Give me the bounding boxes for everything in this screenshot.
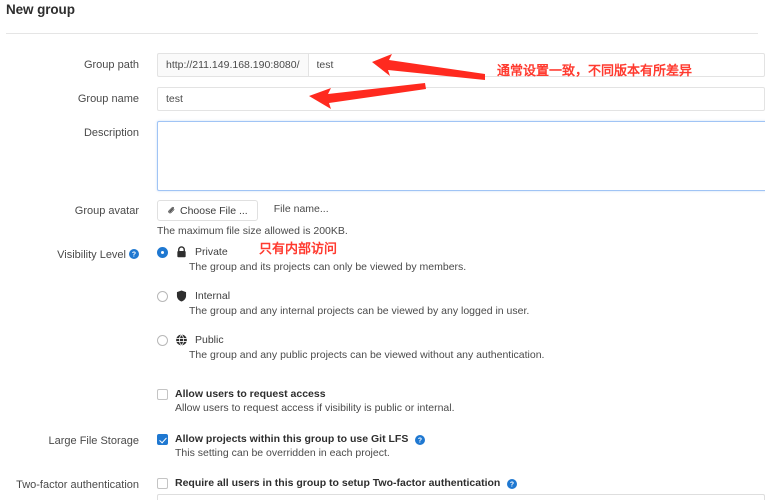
- two-factor-checkbox-label: Require all users in this group to setup…: [175, 477, 501, 489]
- description-label: Description: [83, 127, 139, 139]
- visibility-option-public-desc: The group and any public projects can be…: [189, 349, 545, 361]
- group-name-label: Group name: [77, 93, 139, 105]
- annotation-visibility-note: 只有内部访问: [259, 242, 338, 257]
- group-path-label: Group path: [83, 59, 139, 71]
- visibility-option-internal[interactable]: Internal The group and any internal proj…: [157, 289, 529, 317]
- file-name-text: File name...: [273, 203, 329, 215]
- svg-text:?: ?: [510, 482, 514, 489]
- two-factor-label: Two-factor authentication: [16, 479, 139, 491]
- lfs-field: Allow projects within this group to use …: [157, 433, 426, 459]
- svg-text:?: ?: [132, 252, 136, 259]
- visibility-option-internal-head: Internal: [157, 289, 529, 303]
- checkbox-request-access[interactable]: [157, 389, 168, 400]
- description-field: [157, 121, 765, 194]
- paperclip-icon: [168, 206, 175, 214]
- request-access-desc: Allow users to request access if visibil…: [175, 402, 455, 414]
- choose-file-button[interactable]: Choose File ...: [157, 200, 258, 221]
- visibility-option-private-title: Private: [195, 246, 228, 258]
- help-circle-icon[interactable]: ?: [415, 435, 426, 445]
- visibility-option-internal-title: Internal: [195, 290, 231, 302]
- two-factor-head[interactable]: Require all users in this group to setup…: [157, 477, 518, 489]
- group-avatar-hint: The maximum file size allowed is 200KB.: [157, 225, 348, 237]
- radio-internal[interactable]: [157, 290, 168, 302]
- lfs-label: Large File Storage: [48, 435, 140, 447]
- header-divider: [6, 33, 758, 34]
- request-access-option[interactable]: Allow users to request access Allow user…: [157, 388, 455, 414]
- lfs-desc: This setting can be overridden in each p…: [175, 447, 390, 459]
- checkbox-two-factor[interactable]: [157, 478, 168, 489]
- globe-icon: [176, 334, 187, 346]
- checkbox-lfs[interactable]: [157, 434, 168, 445]
- group-path-prefix: http://211.149.168.190:8080/: [157, 53, 308, 77]
- visibility-option-public-title: Public: [195, 334, 224, 346]
- group-name-field: [157, 87, 765, 111]
- visibility-level-label-text: Visibility Level: [57, 249, 126, 261]
- visibility-level-label: Visibility Level?: [0, 248, 139, 262]
- group-name-input-group: [157, 87, 765, 111]
- next-field-partial: [157, 494, 765, 500]
- visibility-option-public-head: Public: [157, 333, 544, 347]
- description-textarea[interactable]: [157, 121, 765, 191]
- request-access-head: Allow users to request access: [157, 388, 455, 400]
- lfs-checkbox-label: Allow projects within this group to use …: [175, 433, 409, 445]
- group-name-input[interactable]: [157, 87, 765, 111]
- visibility-option-private-desc: The group and its projects can only be v…: [189, 261, 467, 273]
- help-circle-icon[interactable]: ?: [507, 479, 518, 489]
- two-factor-field: Require all users in this group to setup…: [157, 477, 518, 489]
- shield-icon: [176, 290, 187, 302]
- annotation-path-note: 通常设置一致，不同版本有所差异: [497, 64, 693, 79]
- page-title: New group: [6, 2, 75, 17]
- request-access-label: Allow users to request access: [175, 388, 326, 400]
- group-avatar-label: Group avatar: [74, 205, 139, 217]
- group-avatar-field: Choose File ... File name... The maximum…: [157, 200, 348, 237]
- visibility-option-public[interactable]: Public The group and any public projects…: [157, 333, 544, 361]
- svg-text:?: ?: [418, 438, 422, 445]
- help-circle-icon[interactable]: ?: [129, 249, 139, 259]
- lock-icon: [177, 246, 186, 258]
- radio-private[interactable]: [157, 246, 168, 258]
- choose-file-label: Choose File ...: [180, 204, 248, 217]
- lfs-head[interactable]: Allow projects within this group to use …: [157, 433, 426, 445]
- radio-public[interactable]: [157, 334, 168, 346]
- visibility-option-internal-desc: The group and any internal projects can …: [189, 305, 530, 317]
